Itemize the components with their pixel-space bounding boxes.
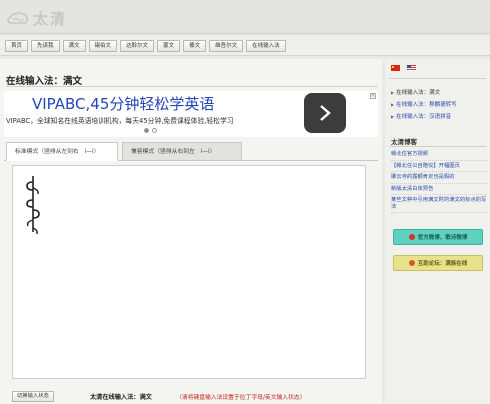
ad-banner[interactable]: VIPABC,45分钟轻松学英语 VIPABC，全球知名在线英语培训机构，每天4… [4, 91, 378, 137]
weibo-button-label: 官方微博、歌诗微博 [417, 235, 468, 241]
bullet-icon: ▶ [391, 89, 395, 95]
header-decoration [420, 10, 480, 20]
ime-links: ▶ 在线输入法：满文 ▶ 在线输入法：穆麟德转写 ▶ 在线输入法：汉语拼音 [391, 86, 488, 122]
nav-manchu[interactable]: 满文 [62, 39, 86, 52]
input-status-bar: 切换输入状态 太清在线输入法：满文 （请将键盘输入法设置于拉丁字母/英文输入状态… [0, 385, 382, 404]
close-icon[interactable]: × [370, 93, 376, 99]
ad-dot-2[interactable] [152, 128, 157, 133]
blog-item[interactable]: 赣北任官方视频 [391, 149, 487, 161]
china-flag-icon[interactable] [391, 65, 400, 71]
page-title: 在线输入法：满文 [6, 76, 83, 87]
blog-item[interactable]: 某些文种中引用满文时的满文的标点的写法 [391, 195, 487, 213]
tab-standard-mode[interactable]: 标准模式（竖排从左到右 i—i） [6, 142, 118, 161]
language-flags [391, 65, 416, 71]
mode-tabs: 标准模式（竖排从左到右 i—i） 兼容模式（竖排从右到左 i—i） [4, 139, 378, 161]
nav-uyghur[interactable]: 维吾尔文 [209, 39, 244, 52]
blog-title: 太清博客 [391, 138, 417, 146]
ad-next-button[interactable] [304, 93, 346, 133]
nav-xibe[interactable]: 锡伯文 [88, 39, 118, 52]
ad-headline[interactable]: VIPABC,45分钟轻松学英语 [32, 93, 214, 114]
sidebar-divider [389, 78, 486, 79]
main-nav: 首页 先读我 满文 锡伯文 达斡尔文 蒙文 傣文 维吾尔文 在线输入法 [0, 36, 490, 56]
logo-text: 太清 [33, 10, 68, 28]
nav-online-ime[interactable]: 在线输入法 [246, 39, 286, 52]
main-content: 在线输入法：满文 VIPABC,45分钟轻松学英语 VIPABC，全球知名在线英… [0, 59, 382, 404]
manchu-input-area[interactable] [12, 165, 366, 379]
ad-pagination [144, 128, 157, 133]
blog-item[interactable]: 新版太清白体预告 [391, 184, 487, 195]
blog-item[interactable]: 【赣北任公自赠仪】开幅图页 [391, 161, 487, 172]
site-header: 太清 [0, 0, 490, 34]
cloud-icon [7, 11, 28, 24]
keyboard-warning: （请将键盘输入法设置于拉丁字母/英文输入状态） [176, 395, 306, 401]
nav-dai[interactable]: 傣文 [183, 39, 207, 52]
weibo-icon [408, 234, 415, 240]
nav-readme[interactable]: 先读我 [31, 39, 60, 52]
tab-compat-mode[interactable]: 兼容模式（竖排从右到左 i—i） [122, 142, 242, 161]
forum-icon [408, 260, 415, 266]
sidebar: ▶ 在线输入法：满文 ▶ 在线输入法：穆麟德转写 ▶ 在线输入法：汉语拼音 太清… [385, 59, 490, 404]
forum-button-label: 互助论坛：满族在线 [417, 261, 468, 267]
blog-list: 赣北任官方视频 【赣北任公自赠仪】开幅图页 娜云寺的露额肯定也是假的 新版太清白… [391, 149, 487, 213]
sidebar-link-label: 在线输入法：汉语拼音 [396, 114, 452, 120]
nav-daur[interactable]: 达斡尔文 [120, 39, 155, 52]
title-divider [6, 86, 378, 87]
nav-mongolian[interactable]: 蒙文 [157, 39, 181, 52]
blog-item[interactable]: 娜云寺的露额肯定也是假的 [391, 172, 487, 184]
bullet-icon: ▶ [391, 101, 395, 107]
sidebar-link-label: 在线输入法：满文 [396, 90, 441, 96]
sidebar-link-mollendorff[interactable]: ▶ 在线输入法：穆麟德转写 [391, 98, 488, 110]
sidebar-link-label: 在线输入法：穆麟德转写 [396, 102, 457, 108]
switch-input-state-button[interactable]: 切换输入状态 [12, 391, 54, 402]
us-flag-icon[interactable] [407, 65, 416, 71]
sidebar-link-manchu[interactable]: ▶ 在线输入法：满文 [391, 86, 488, 98]
manchu-vertical-text [26, 176, 40, 235]
ad-dot-1[interactable] [144, 128, 149, 133]
chevron-right-icon [320, 105, 331, 121]
weibo-button[interactable]: 官方微博、歌诗微博 [393, 229, 483, 245]
sidebar-link-pinyin[interactable]: ▶ 在线输入法：汉语拼音 [391, 110, 488, 122]
blog-header: 太清博客 [389, 132, 486, 147]
ime-status-label: 太清在线输入法：满文 [90, 394, 152, 401]
ad-body[interactable]: VIPABC，全球知名在线英语培训机构，每天45分钟,免费课程体验,轻松学习 [6, 115, 234, 125]
forum-button[interactable]: 互助论坛：满族在线 [393, 255, 483, 271]
nav-home[interactable]: 首页 [5, 39, 29, 52]
site-logo[interactable]: 太清 [7, 8, 67, 29]
bullet-icon: ▶ [391, 113, 395, 119]
